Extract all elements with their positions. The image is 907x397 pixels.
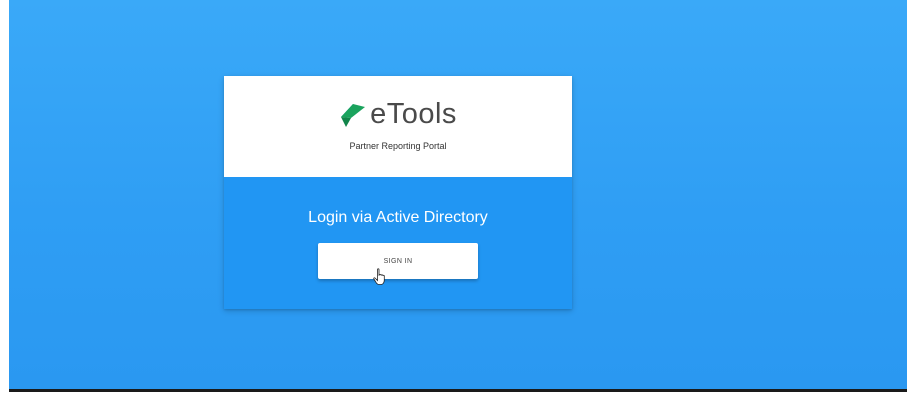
brand-logo: eTools: [224, 98, 572, 131]
bottom-divider: [9, 389, 907, 392]
brand-name: eTools: [370, 98, 457, 130]
portal-subtitle: Partner Reporting Portal: [349, 141, 447, 151]
card-header: eTools Partner Reporting Portal: [224, 76, 572, 177]
etools-leaf-logo-icon: [341, 103, 366, 127]
pointer-cursor-icon: [373, 268, 385, 285]
login-title: Login via Active Directory: [308, 209, 488, 226]
login-card: eTools Partner Reporting Portal Login vi…: [224, 76, 572, 309]
card-body: Login via Active Directory SIGN IN: [224, 177, 572, 309]
sign-in-button[interactable]: SIGN IN: [318, 243, 478, 279]
